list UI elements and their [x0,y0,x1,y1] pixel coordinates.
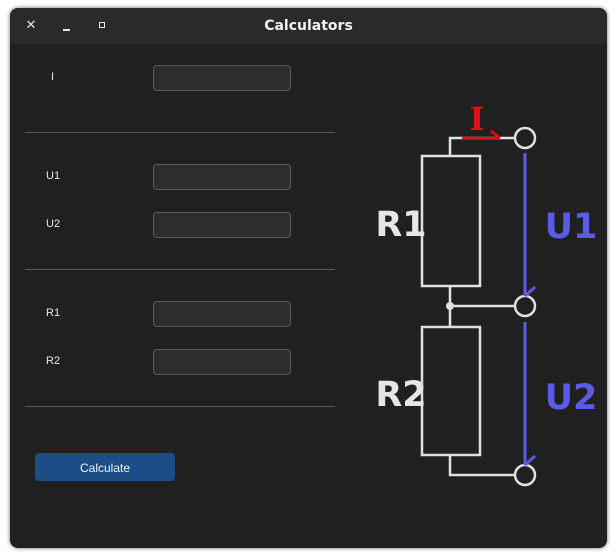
current-label: I [51,71,55,83]
diagram-u1-label: U1 [545,207,598,247]
r2-resistor [420,325,482,457]
voltage-divider-diagram: I R1 R2 U1 U2 [375,100,598,487]
calculators-window: ✕ Calculators I U1 U2 R1 R2 Calculate I … [10,8,607,548]
junction-dot [446,302,454,310]
diagram-u2-label: U2 [545,378,598,418]
separator [25,406,335,407]
separator [25,132,335,133]
u1-input[interactable] [153,164,291,190]
separator [25,269,335,270]
diagram-current-label: I [470,100,485,138]
diagram-r2-label: R2 [375,375,426,415]
u2-input[interactable] [153,212,291,238]
u1-label: U1 [46,170,61,182]
calculate-button[interactable]: Calculate [35,453,175,481]
r1-input[interactable] [153,301,291,327]
r2-label: R2 [46,355,61,367]
window-title: Calculators [264,18,353,34]
diagram-r1-label: R1 [375,205,426,245]
bottom-terminal [513,463,537,487]
r1-label: R1 [46,307,61,319]
u2-label: U2 [46,218,61,230]
title-bar: ✕ Calculators [10,8,607,44]
r2-input[interactable] [153,349,291,375]
middle-terminal [513,294,537,318]
circuit-wires [420,126,537,487]
top-terminal [513,126,537,150]
top-wire [448,136,515,156]
current-input[interactable] [153,65,291,91]
r1-resistor [420,154,482,288]
bottom-wire [448,455,515,477]
